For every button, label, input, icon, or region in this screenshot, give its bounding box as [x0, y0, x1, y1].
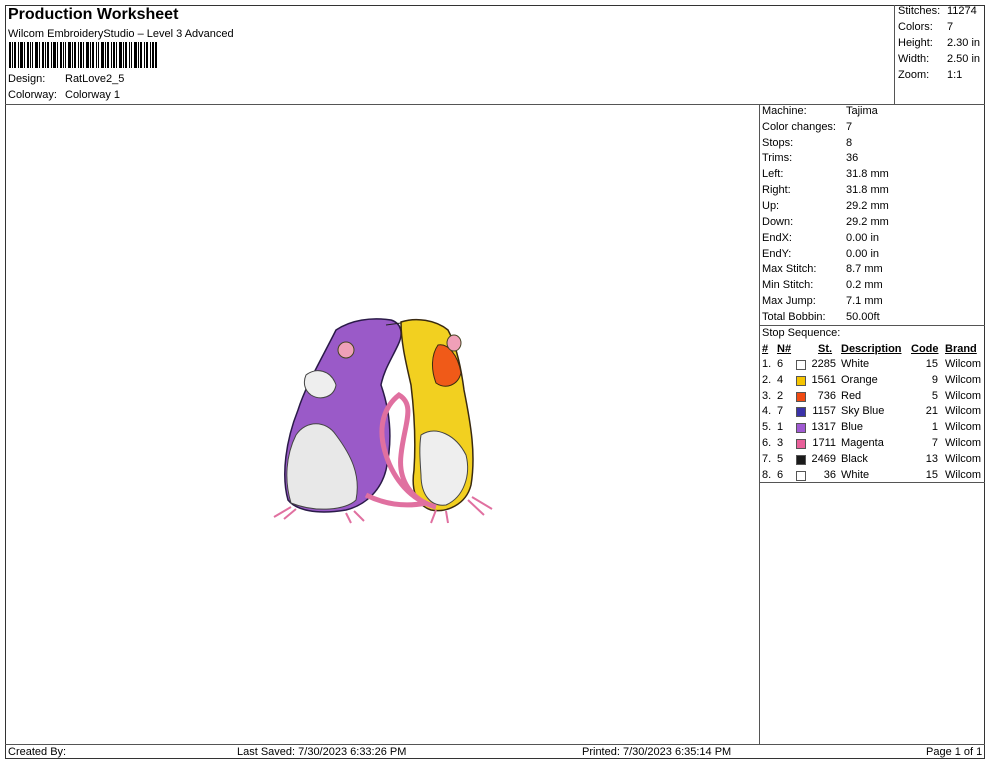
up-value: 29.2 mm [846, 200, 889, 212]
top-right-divider [894, 5, 895, 104]
colors-value: 7 [947, 21, 954, 33]
seq-header-num: # [762, 343, 769, 355]
down-label: Down: [762, 216, 794, 228]
thread-brand: Wilcom [945, 468, 982, 481]
barcode-image [9, 42, 157, 68]
stitches-label: Stitches: [898, 5, 941, 17]
max-jump-label: Max Jump: [762, 295, 816, 307]
sequence-row: 7. 5 2469 Black 13 Wilcom [760, 453, 985, 469]
seq-header-brand: Brand [945, 343, 977, 355]
sequence-row: 3. 2 736 Red 5 Wilcom [760, 390, 985, 406]
endy-value: 0.00 in [846, 248, 880, 260]
thread-brand: Wilcom [945, 389, 982, 402]
max-stitch-label: Max Stitch: [762, 263, 817, 275]
endx-value: 0.00 in [846, 232, 880, 244]
software-name: Wilcom EmbroideryStudio – Level 3 Advanc… [8, 28, 234, 40]
design-value: RatLove2_5 [65, 73, 125, 85]
thread-code: 15 [925, 468, 938, 481]
thread-code: 21 [925, 405, 938, 418]
design-label: Design: [8, 73, 46, 85]
thread-brand: Wilcom [945, 437, 982, 449]
created-by: Created By: [8, 746, 67, 758]
seq-header-n: N# [777, 343, 792, 355]
zoom-label: Zoom: [898, 69, 930, 81]
sequence-row: 6. 3 1711 Magenta 7 Wilcom [760, 437, 985, 453]
max-jump-value: 7.1 mm [846, 295, 883, 307]
min-stitch-value: 0.2 mm [846, 279, 883, 291]
endx-label: EndX: [762, 232, 792, 244]
thread-code: 7 [931, 437, 938, 449]
sequence-row: 2. 4 1561 Orange 9 Wilcom [760, 374, 985, 390]
design-preview [273, 318, 493, 524]
trims-value: 36 [846, 152, 859, 164]
height-value: 2.30 in [947, 37, 981, 49]
min-stitch-label: Min Stitch: [762, 279, 814, 291]
width-label: Width: [898, 53, 930, 65]
down-value: 29.2 mm [846, 216, 889, 228]
sequence-row: 8. 6 36 White 15 Wilcom [760, 469, 985, 485]
printed-date: Printed: 7/30/2023 6:35:14 PM [582, 746, 732, 758]
machine-label: Machine: [762, 105, 807, 117]
left-value: 31.8 mm [846, 168, 889, 180]
height-label: Height: [898, 37, 933, 49]
stop-sequence-title: Stop Sequence: [762, 327, 841, 339]
stops-label: Stops: [762, 137, 794, 149]
seq-header-st: St. [818, 343, 833, 355]
footer-divider [5, 744, 985, 745]
machine-value: Tajima [846, 105, 878, 117]
page-number: Page 1 of 1 [926, 746, 983, 758]
thread-brand: Wilcom [945, 452, 982, 465]
right-value: 31.8 mm [846, 184, 889, 196]
total-bobbin-label: Total Bobbin: [762, 311, 826, 323]
total-bobbin-value: 50.00ft [846, 311, 880, 323]
stops-value: 8 [846, 137, 853, 149]
colorway-value: Colorway 1 [65, 89, 121, 101]
colorway-label: Colorway: [8, 89, 57, 101]
colors-label: Colors: [898, 21, 933, 33]
seq-header-description: Description [841, 343, 902, 355]
thread-brand: Wilcom [945, 358, 982, 370]
up-label: Up: [762, 200, 780, 212]
thread-brand: Wilcom [945, 421, 982, 434]
sequence-row: 4. 7 1157 Sky Blue 21 Wilcom [760, 405, 985, 421]
info-divider [759, 325, 985, 326]
thread-code: 1 [931, 421, 938, 434]
color-changes-value: 7 [846, 121, 853, 133]
color-changes-label: Color changes: [762, 121, 836, 133]
thread-brand: Wilcom [945, 405, 982, 418]
thread-code: 13 [925, 452, 938, 465]
trims-label: Trims: [762, 152, 793, 164]
thread-code: 9 [931, 373, 938, 386]
seq-header-code: Code [911, 343, 939, 355]
endy-label: EndY: [762, 248, 792, 260]
stitches-value: 11274 [947, 5, 977, 17]
sequence-row: 5. 1 1317 Blue 1 Wilcom [760, 421, 985, 437]
page-title: Production Worksheet [8, 6, 179, 23]
last-saved: Last Saved: 7/30/2023 6:33:26 PM [237, 746, 407, 758]
thread-code: 5 [931, 389, 938, 402]
right-label: Right: [762, 184, 791, 196]
max-stitch-value: 8.7 mm [846, 263, 883, 275]
thread-brand: Wilcom [945, 373, 982, 386]
left-label: Left: [762, 168, 784, 180]
thread-code: 15 [925, 358, 938, 370]
sequence-row: 1. 6 2285 White 15 Wilcom [760, 358, 985, 374]
width-value: 2.50 in [947, 53, 981, 65]
zoom-value: 1:1 [947, 69, 963, 81]
